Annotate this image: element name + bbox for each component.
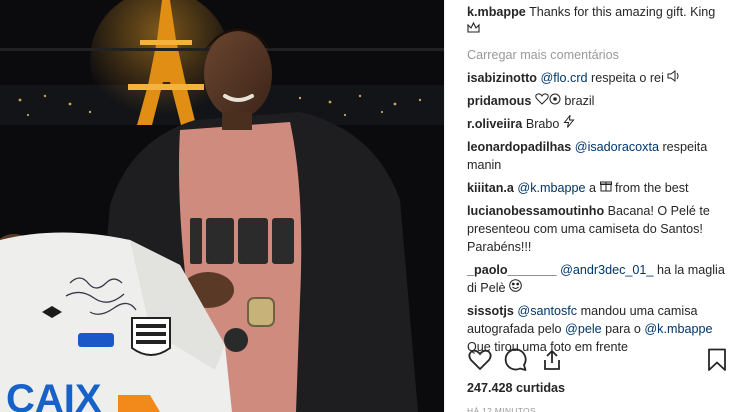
bookmark-icon bbox=[708, 348, 726, 371]
like-button[interactable] bbox=[467, 347, 493, 373]
crown-emoji-icon bbox=[467, 21, 480, 37]
load-more-comments-button[interactable]: Carregar mais comentários bbox=[467, 46, 730, 64]
comment-user[interactable]: pridamous bbox=[467, 94, 531, 108]
comment-button[interactable] bbox=[503, 347, 529, 373]
comment-text: Brabo bbox=[525, 117, 560, 131]
comment-text: respeita o rei bbox=[587, 71, 664, 85]
comment-mention[interactable]: @flo.crd bbox=[540, 71, 587, 85]
comment-mention-3[interactable]: @k.mbappe bbox=[644, 322, 712, 336]
comment-mention-2[interactable]: @pele bbox=[565, 322, 602, 336]
share-button[interactable] bbox=[539, 347, 565, 373]
comment-user[interactable]: lucianobessamoutinho bbox=[467, 204, 604, 218]
comment-bubble-icon bbox=[504, 348, 527, 371]
photo-illustration: CAIX bbox=[0, 0, 444, 412]
comment-user[interactable]: leonardopadilhas bbox=[467, 140, 571, 154]
comment-text: a bbox=[585, 181, 600, 195]
comment-user[interactable]: _paolo_______ bbox=[467, 263, 557, 277]
comment-mention[interactable]: @santosfc bbox=[517, 304, 577, 318]
comment-user[interactable]: sissotjs bbox=[467, 304, 514, 318]
save-button[interactable] bbox=[704, 347, 730, 373]
post-timestamp[interactable]: HÁ 12 MINUTOS bbox=[467, 402, 536, 412]
comment-item: lucianobessamoutinho Bacana! O Pelé te p… bbox=[467, 202, 730, 256]
post-caption: k.mbappe Thanks for this amazing gift. K… bbox=[467, 3, 730, 39]
comment-item: _paolo_______ @andr3dec_01_ ha la maglia… bbox=[467, 261, 730, 297]
comment-mention[interactable]: @andr3dec_01_ bbox=[560, 263, 653, 277]
shirt-caixa-text: CAIX bbox=[6, 377, 102, 412]
heart-icon bbox=[468, 349, 492, 371]
comment-mention[interactable]: @isadoracoxta bbox=[575, 140, 659, 154]
comment-user[interactable]: r.oliveiira bbox=[467, 117, 522, 131]
comment-item: r.oliveiira Brabo bbox=[467, 113, 730, 133]
caption-text: Thanks for this amazing gift. King bbox=[529, 5, 716, 19]
comment-mention[interactable]: @k.mbappe bbox=[517, 181, 585, 195]
gift-emoji-icon bbox=[599, 179, 612, 195]
share-icon bbox=[544, 349, 560, 370]
comment-item: leonardopadilhas @isadoracoxta respeita … bbox=[467, 138, 730, 174]
comment-item: pridamous brazil bbox=[467, 92, 730, 110]
heart-eyes-emoji-icon bbox=[509, 279, 522, 295]
speaker-emoji-icon bbox=[667, 70, 680, 85]
comment-user[interactable]: kiiitan.a bbox=[467, 181, 514, 195]
instagram-post: CAIX k.mbappe Thanks for this amazing gi… bbox=[0, 0, 740, 412]
comment-text-2: from the best bbox=[611, 181, 689, 195]
comment-text-2: para o bbox=[601, 322, 645, 336]
comment-list: k.mbappe Thanks for this amazing gift. K… bbox=[467, 3, 730, 356]
action-bar bbox=[467, 342, 730, 378]
comment-user[interactable]: isabizinotto bbox=[467, 71, 537, 85]
likes-count[interactable]: 247.428 curtidas bbox=[467, 379, 565, 397]
post-photo[interactable]: CAIX bbox=[0, 0, 444, 412]
comment-text: brazil bbox=[564, 94, 595, 108]
heart-outline-emoji-icon bbox=[535, 93, 549, 108]
santos-badge bbox=[131, 317, 171, 356]
ball-emoji-icon bbox=[549, 92, 561, 108]
lightning-emoji-icon bbox=[563, 113, 575, 131]
comment-item: kiiitan.a @k.mbappe a from the best bbox=[467, 179, 730, 197]
post-sidebar: k.mbappe Thanks for this amazing gift. K… bbox=[444, 0, 740, 412]
comment-item: isabizinotto @flo.crd respeita o rei bbox=[467, 69, 730, 87]
caption-author[interactable]: k.mbappe bbox=[467, 5, 526, 19]
